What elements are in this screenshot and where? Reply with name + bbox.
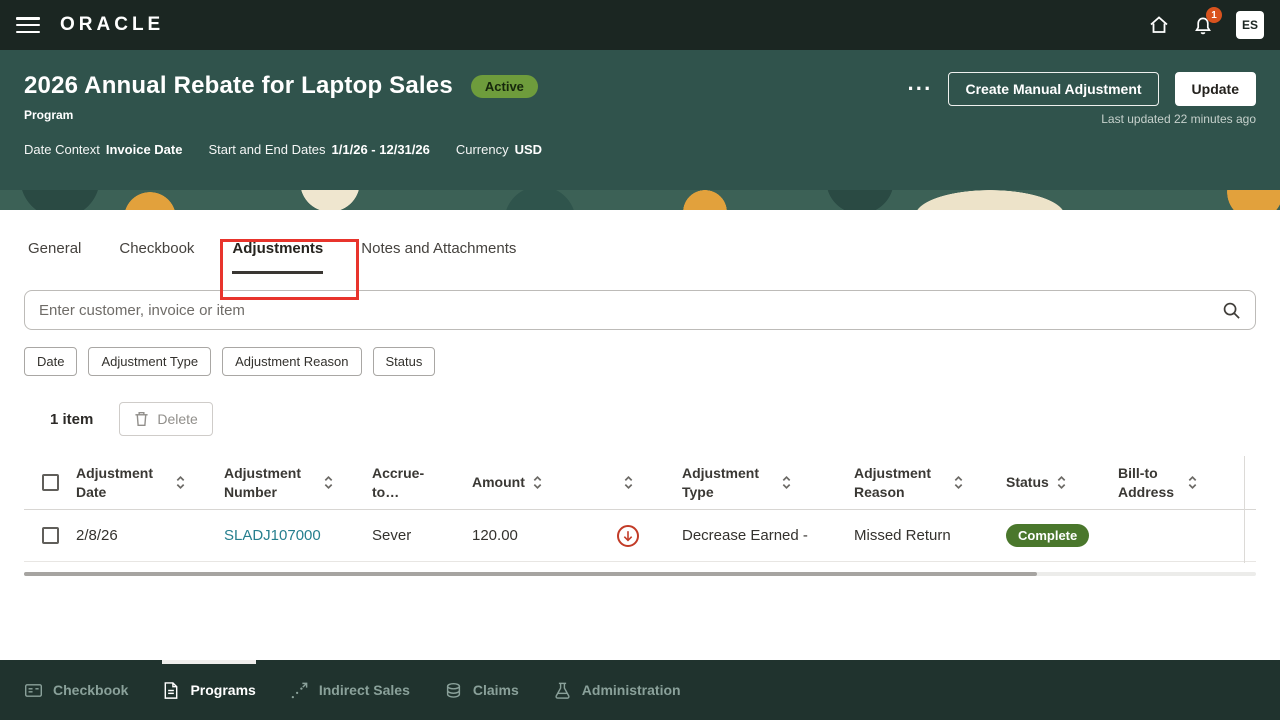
cell-adjustment-reason: Missed Return — [854, 527, 951, 544]
search-input[interactable] — [39, 301, 1222, 319]
nav-item-administration[interactable]: Administration — [553, 660, 681, 720]
administration-icon — [553, 681, 572, 700]
decrease-arrow-icon — [617, 524, 639, 547]
sort-icon-amount[interactable] — [532, 474, 543, 491]
sort-icon-indicator-column[interactable] — [623, 474, 634, 491]
header-meta: Date Context Invoice Date Start and End D… — [24, 142, 1256, 157]
decorative-banner — [0, 190, 1280, 210]
sort-icon-adjustment-date[interactable] — [175, 474, 186, 491]
bottom-navbar: Checkbook Programs Indirect Sales Claims… — [0, 660, 1280, 720]
horizontal-scrollbar — [24, 572, 1256, 576]
tab-bar: General Checkbook Adjustments Notes and … — [24, 210, 1256, 274]
tab-adjustments[interactable]: Adjustments — [232, 240, 324, 274]
column-divider — [1244, 456, 1245, 563]
tab-general[interactable]: General — [28, 240, 81, 274]
last-updated-text: Last updated 22 minutes ago — [1101, 112, 1256, 126]
select-all-checkbox[interactable] — [42, 474, 59, 491]
table-toolbar: 1 item Delete — [24, 402, 1256, 436]
sort-icon-adjustment-number[interactable] — [323, 474, 334, 491]
tab-checkbook[interactable]: Checkbook — [119, 240, 194, 274]
main-content: General Checkbook Adjustments Notes and … — [0, 210, 1280, 660]
complete-status-badge: Complete — [1006, 524, 1090, 547]
horizontal-scrollbar-thumb[interactable] — [24, 572, 1037, 576]
page-header: 2026 Annual Rebate for Laptop Sales Acti… — [0, 50, 1280, 190]
filter-chips: Date Adjustment Type Adjustment Reason S… — [24, 347, 1256, 376]
item-count: 1 item — [50, 410, 94, 428]
nav-item-checkbook[interactable]: Checkbook — [24, 660, 128, 720]
page-title: 2026 Annual Rebate for Laptop Sales — [24, 72, 453, 99]
table-header-row: Adjustment Date Adjustment Number Accrue… — [24, 456, 1256, 510]
meta-currency: Currency USD — [455, 142, 543, 157]
notifications-bell-icon[interactable]: 1 — [1192, 7, 1222, 36]
indirect-sales-icon — [290, 681, 309, 700]
sort-icon-bill-to-address[interactable] — [1187, 474, 1198, 491]
nav-item-claims[interactable]: Claims — [444, 660, 519, 720]
claims-icon — [444, 681, 463, 700]
nav-item-indirect-sales[interactable]: Indirect Sales — [290, 660, 410, 720]
sort-icon-status[interactable] — [1056, 474, 1067, 491]
checkbook-icon — [24, 681, 43, 700]
update-button[interactable]: Update — [1174, 72, 1256, 106]
more-actions-button[interactable]: ··· — [907, 78, 932, 100]
oracle-logo: ORACLE — [60, 14, 165, 35]
tab-notes-and-attachments[interactable]: Notes and Attachments — [361, 240, 516, 274]
sort-icon-adjustment-type[interactable] — [781, 474, 792, 491]
cell-adjustment-date: 2/8/26 — [76, 527, 118, 544]
cell-amount: 120.00 — [472, 527, 518, 544]
sort-icon-adjustment-reason[interactable] — [953, 474, 964, 491]
create-manual-adjustment-button[interactable]: Create Manual Adjustment — [948, 72, 1159, 106]
object-type-label: Program — [24, 108, 74, 122]
trash-icon — [134, 411, 149, 427]
filter-chip-date[interactable]: Date — [24, 347, 78, 376]
home-icon[interactable] — [1148, 14, 1170, 36]
programs-icon — [162, 681, 180, 700]
status-badge: Active — [470, 74, 538, 98]
top-navbar: ORACLE 1 ES — [0, 0, 1280, 50]
search-bar — [24, 290, 1256, 330]
table-row[interactable]: 2/8/26 SLADJ107000 Sever 120.00 Decrease… — [24, 510, 1256, 562]
notification-count-badge: 1 — [1206, 7, 1222, 23]
filter-chip-adjustment-type[interactable]: Adjustment Type — [88, 347, 212, 376]
filter-chip-status[interactable]: Status — [372, 347, 436, 376]
cell-accrue-to: Sever — [372, 527, 412, 544]
adjustments-table: Adjustment Date Adjustment Number Accrue… — [24, 456, 1256, 576]
adjustment-number-link[interactable]: SLADJ107000 — [224, 527, 321, 544]
search-icon[interactable] — [1222, 301, 1241, 320]
user-avatar[interactable]: ES — [1236, 11, 1264, 39]
menu-icon[interactable] — [16, 17, 40, 33]
meta-start-end-dates: Start and End Dates 1/1/26 - 12/31/26 — [208, 142, 430, 157]
meta-date-context: Date Context Invoice Date — [24, 142, 183, 157]
row-checkbox[interactable] — [42, 527, 59, 544]
cell-adjustment-type: Decrease Earned - — [682, 527, 808, 544]
nav-item-programs[interactable]: Programs — [162, 660, 257, 720]
filter-chip-adjustment-reason[interactable]: Adjustment Reason — [222, 347, 362, 376]
delete-button[interactable]: Delete — [119, 402, 213, 436]
